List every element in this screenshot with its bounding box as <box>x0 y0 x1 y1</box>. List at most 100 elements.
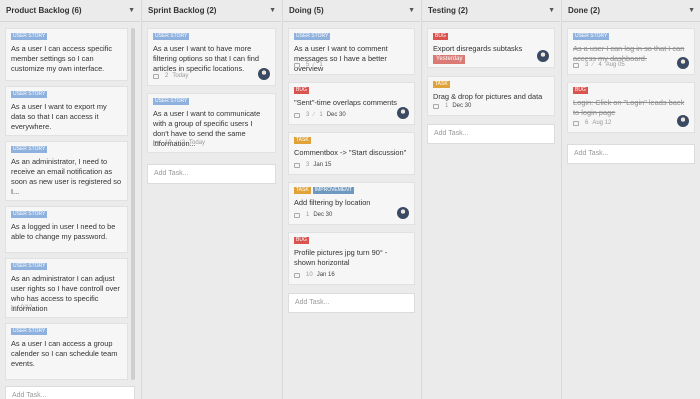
label-user-story: USER STORY <box>153 98 190 105</box>
add-task-input[interactable]: Add Task... <box>427 124 555 144</box>
caret-down-icon[interactable]: ▼ <box>408 7 415 14</box>
avatar[interactable] <box>397 107 409 119</box>
label-user-story: USER STORY <box>573 33 610 40</box>
card-meta: 1 Dec 30 <box>294 210 332 220</box>
card-title: As a user I want to have more filtering … <box>153 44 259 73</box>
task-card[interactable]: USER STORY As a user I want to have more… <box>147 28 276 86</box>
card-meta: 10 Jan 16 <box>294 270 335 280</box>
task-card[interactable]: USER STORY As a user I want to communica… <box>147 93 276 153</box>
comment-count: 3 <box>306 112 310 118</box>
card-title: Login: Click on "Login" leads back to lo… <box>573 98 685 117</box>
label-improvement: IMPROVEMENT <box>312 187 354 194</box>
add-task-input[interactable]: Add Task... <box>567 144 695 164</box>
comment-count: 6 <box>585 120 589 126</box>
card-date: Dec 30 <box>326 112 346 118</box>
add-task-input[interactable]: Add Task... <box>147 164 276 184</box>
comment-icon <box>153 73 159 79</box>
card-meta: 6 Aug 12 <box>573 118 611 128</box>
task-card[interactable]: USER STORY As a logged in user I need to… <box>5 206 128 253</box>
comment-icon <box>294 272 300 278</box>
avatar[interactable] <box>677 57 689 69</box>
label-bug: BUG <box>433 33 448 40</box>
add-task-input[interactable]: Add Task... <box>288 293 415 313</box>
comment-count: 3 <box>585 62 589 68</box>
task-card[interactable]: USER STORY As a user I can log in so tha… <box>567 28 695 75</box>
card-meta: 2 Today <box>153 71 188 81</box>
label-user-story: USER STORY <box>11 211 48 218</box>
card-date: Dec 30 <box>313 212 333 218</box>
task-card[interactable]: USER STORY As an administrator I can adj… <box>5 258 128 318</box>
comment-icon <box>294 62 300 68</box>
card-list: USER STORY As a user I want to have more… <box>147 28 276 399</box>
checklist-count: 0/12 <box>20 305 33 311</box>
caret-down-icon[interactable]: ▼ <box>688 7 695 14</box>
card-title: Profile pictures jpg turn 90° - shown ho… <box>294 248 388 267</box>
label-user-story: USER STORY <box>11 146 48 153</box>
label-task: TASK <box>294 137 311 144</box>
column-doing: Doing (5) ▼ USER STORY As a user I want … <box>282 0 420 399</box>
column-title: Testing (2) <box>428 6 468 15</box>
card-meta: 3 Jan 15 <box>294 160 331 170</box>
card-title: Export disregards subtasks <box>433 44 523 53</box>
attachment-count: 1 <box>319 62 323 68</box>
paperclip-icon: ∕ <box>175 140 177 146</box>
card-title: As a user I can access a group calender … <box>11 339 118 368</box>
label-bug: BUG <box>573 87 588 94</box>
card-list: USER STORY As a user I want to comment m… <box>288 28 415 399</box>
comment-icon <box>573 62 579 68</box>
comment-count: 2 <box>165 73 169 79</box>
task-card[interactable]: USER STORY As a user I can access a grou… <box>5 323 128 380</box>
avatar[interactable] <box>537 50 549 62</box>
avatar[interactable] <box>397 207 409 219</box>
paperclip-icon: ∕ <box>313 112 315 118</box>
task-card[interactable]: BUG Login: Click on "Login" leads back t… <box>567 82 695 133</box>
comment-icon <box>153 140 159 146</box>
task-card[interactable]: TASK Commentbox -> "Start discussion" 3 … <box>288 132 415 175</box>
comment-count: 10 <box>306 272 313 278</box>
task-card[interactable]: BUG "Sent"-time overlaps comments 3 ∕ 1 D… <box>288 82 415 125</box>
label-user-story: USER STORY <box>11 91 48 98</box>
task-card[interactable]: USER STORY As a user I want to export my… <box>5 86 128 136</box>
column-done: Done (2) ▼ USER STORY As a user I can lo… <box>561 0 700 399</box>
caret-down-icon[interactable]: ▼ <box>128 7 135 14</box>
task-card[interactable]: BUG Export disregards subtasks Yesterday <box>427 28 555 68</box>
card-meta: 1 Dec 30 <box>433 101 471 111</box>
task-card[interactable]: USER STORY As a user I want to comment m… <box>288 28 415 75</box>
comment-count: 1 <box>306 212 310 218</box>
avatar[interactable] <box>677 115 689 127</box>
card-list: BUG Export disregards subtasks Yesterday… <box>427 28 555 399</box>
label-task: TASK <box>294 187 311 194</box>
caret-down-icon[interactable]: ▼ <box>269 7 276 14</box>
comment-count: 5 <box>306 62 310 68</box>
task-card[interactable]: BUG Profile pictures jpg turn 90° - show… <box>288 232 415 285</box>
due-badge: Yesterday <box>433 55 466 64</box>
card-list: USER STORY As a user I can access specif… <box>5 28 135 399</box>
add-task-input[interactable]: Add Task... <box>5 386 135 399</box>
comment-icon <box>294 212 300 218</box>
paperclip-icon: ∕ <box>313 62 315 68</box>
label-bug: BUG <box>294 87 309 94</box>
comment-icon <box>573 120 579 126</box>
caret-down-icon[interactable]: ▼ <box>548 7 555 14</box>
comment-icon <box>433 103 439 109</box>
card-title: As an administrator, I need to receive a… <box>11 157 122 196</box>
task-card[interactable]: TASK Drag & drop for pictures and data 1… <box>427 76 555 116</box>
column-sprint-backlog: Sprint Backlog (2) ▼ USER STORY As a use… <box>141 0 281 399</box>
label-user-story: USER STORY <box>11 33 48 40</box>
column-testing: Testing (2) ▼ BUG Export disregards subt… <box>421 0 560 399</box>
avatar[interactable] <box>258 68 270 80</box>
comment-count: 3 <box>306 162 310 168</box>
card-list: USER STORY As a user I can log in so tha… <box>567 28 695 399</box>
card-date: Today <box>172 73 189 79</box>
attachment-count: 1 <box>319 112 323 118</box>
scrollbar[interactable] <box>131 28 135 380</box>
task-card[interactable]: TASK IMPROVEMENT Add filtering by locati… <box>288 182 415 225</box>
task-card[interactable]: USER STORY As an administrator, I need t… <box>5 141 128 201</box>
column-header: Doing (5) ▼ <box>283 0 420 22</box>
comment-icon <box>294 162 300 168</box>
card-title: "Sent"-time overlaps comments <box>294 98 398 107</box>
card-meta: 3 ∕ 1 Dec 30 <box>294 110 346 120</box>
task-card[interactable]: USER STORY As a user I can access specif… <box>5 28 128 81</box>
card-meta: 3 ∕ 4 Aug 05 <box>573 60 625 70</box>
card-title: Commentbox -> "Start discussion" <box>294 148 407 157</box>
